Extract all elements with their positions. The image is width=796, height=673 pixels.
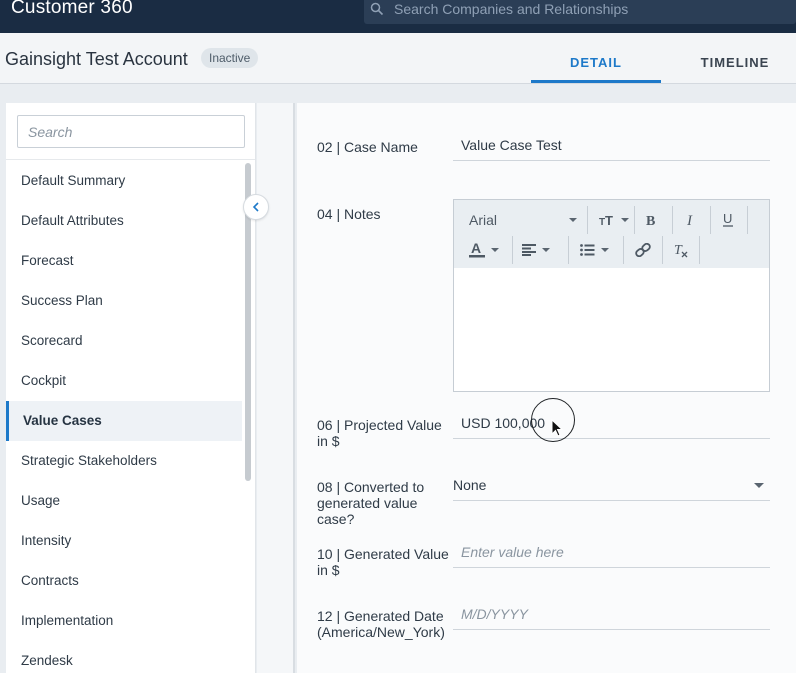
bullet-list-icon: [580, 244, 595, 256]
search-icon: [370, 2, 384, 16]
generated-date-label: 12 | Generated Date (America/New_York): [317, 608, 445, 640]
generated-date-field[interactable]: M/D/YYYY: [453, 602, 770, 630]
projected-value-value: USD 100,000: [461, 415, 546, 431]
projected-value-label: 06 | Projected Value in $: [317, 417, 442, 449]
font-size-button[interactable]: T T: [599, 206, 629, 234]
projected-value-field[interactable]: USD 100,000: [453, 411, 770, 439]
sidebar-search-input[interactable]: [18, 116, 244, 147]
sidebar-item-default-summary[interactable]: Default Summary: [6, 161, 242, 201]
tab-detail[interactable]: DETAIL: [531, 55, 661, 70]
sidebar-item-intensity[interactable]: Intensity: [6, 521, 242, 561]
sidebar-divider: [6, 159, 255, 160]
status-badge: Inactive: [201, 48, 259, 68]
italic-button[interactable]: I: [684, 206, 698, 234]
generated-value-label: 10 | Generated Value in $: [317, 546, 449, 578]
chevron-down-icon: [569, 218, 577, 222]
top-nav-bar: Customer 360 Search Companies and Relati…: [0, 0, 796, 33]
svg-text:B: B: [646, 214, 655, 227]
list-button[interactable]: [580, 236, 609, 264]
link-button[interactable]: [634, 236, 652, 264]
notes-editor-body[interactable]: [454, 268, 769, 391]
font-color-button[interactable]: A: [469, 236, 499, 264]
svg-text:A: A: [471, 241, 481, 256]
sidebar-list: Default Summary Default Attributes Forec…: [6, 161, 242, 673]
sidebar-item-usage[interactable]: Usage: [6, 481, 242, 521]
sidebar-search[interactable]: [17, 115, 245, 148]
bold-button[interactable]: B: [644, 206, 658, 234]
account-name: Gainsight Test Account: [5, 49, 188, 69]
case-name-label: 02 | Case Name: [317, 139, 418, 155]
svg-text:T: T: [605, 214, 613, 226]
tab-timeline[interactable]: TIMELINE: [670, 55, 796, 70]
font-color-icon: A: [469, 241, 485, 258]
sidebar-item-cockpit[interactable]: Cockpit: [6, 361, 242, 401]
font-select[interactable]: Arial: [469, 206, 577, 234]
link-icon: [635, 243, 651, 257]
generated-value-placeholder: Enter value here: [461, 544, 564, 560]
account-header: Gainsight Test Account Inactive DETAIL T…: [0, 33, 796, 84]
underline-icon: U: [723, 212, 733, 227]
notes-editor[interactable]: Arial T T B I U A T: [453, 199, 770, 392]
italic-icon: I: [686, 213, 693, 227]
clear-format-icon: T: [674, 243, 688, 258]
sidebar-item-default-attributes[interactable]: Default Attributes: [6, 201, 242, 241]
case-name-field[interactable]: Value Case Test: [453, 133, 770, 161]
underline-button[interactable]: U: [721, 206, 735, 234]
align-left-icon: [522, 244, 536, 256]
font-size-icon: T T: [599, 214, 613, 226]
detail-form: 02 | Case Name Value Case Test 04 | Note…: [297, 103, 796, 673]
svg-text:I: I: [686, 213, 693, 227]
sidebar-item-strategic-stakeholders[interactable]: Strategic Stakeholders: [6, 441, 242, 481]
global-search-placeholder: Search Companies and Relationships: [394, 1, 629, 17]
sidebar-item-success-plan[interactable]: Success Plan: [6, 281, 242, 321]
bold-icon: B: [646, 214, 655, 227]
global-search[interactable]: Search Companies and Relationships: [364, 0, 796, 24]
generated-date-placeholder: M/D/YYYY: [461, 606, 528, 622]
align-button[interactable]: [522, 236, 550, 264]
chevron-left-icon: [252, 202, 259, 212]
dropdown-arrow-icon: [754, 483, 764, 488]
svg-text:T: T: [674, 243, 683, 258]
sidebar-item-implementation[interactable]: Implementation: [6, 601, 242, 641]
sidebar-item-forecast[interactable]: Forecast: [6, 241, 242, 281]
sidebar-item-scorecard[interactable]: Scorecard: [6, 321, 242, 361]
sidebar-item-zendesk[interactable]: Zendesk: [6, 641, 242, 673]
generated-value-field[interactable]: Enter value here: [453, 540, 770, 568]
section-sidebar: Default Summary Default Attributes Forec…: [6, 103, 256, 673]
clear-format-button[interactable]: T: [673, 236, 689, 264]
font-name: Arial: [469, 212, 498, 228]
notes-label: 04 | Notes: [317, 206, 381, 222]
svg-text:U: U: [723, 212, 732, 226]
converted-dropdown[interactable]: None: [453, 473, 770, 501]
editor-toolbar: Arial T T B I U A T: [454, 200, 769, 268]
app-title: Customer 360: [11, 0, 133, 18]
sidebar-item-value-cases[interactable]: Value Cases: [6, 401, 242, 441]
sidebar-gutter: [257, 103, 295, 673]
collapse-sidebar-button[interactable]: [243, 194, 269, 220]
converted-label: 08 | Converted to generated value case?: [317, 479, 425, 527]
converted-value: None: [453, 477, 487, 493]
sidebar-item-contracts[interactable]: Contracts: [6, 561, 242, 601]
active-tab-indicator: [531, 80, 661, 83]
case-name-value: Value Case Test: [461, 137, 562, 153]
